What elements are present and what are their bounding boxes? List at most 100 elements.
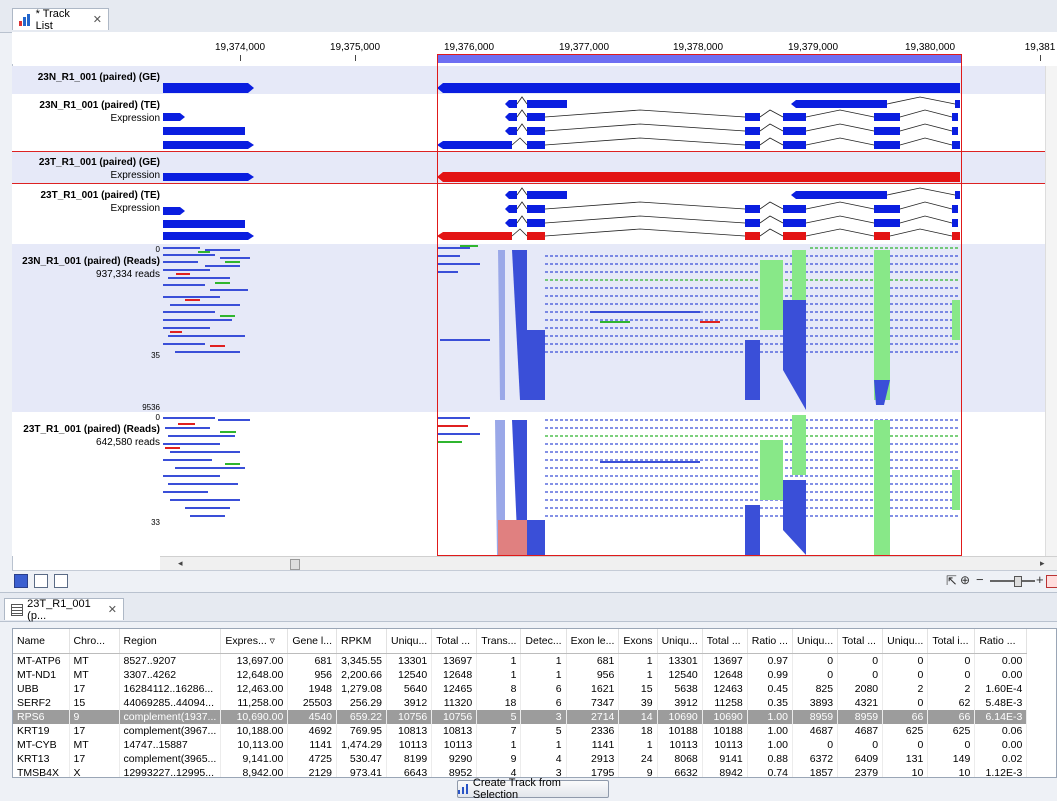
table-cell: 2379 xyxy=(837,766,884,777)
column-header[interactable]: Name xyxy=(13,629,70,654)
table-cell: 2336 xyxy=(566,724,620,738)
table-cell: complement(3965... xyxy=(119,752,222,766)
table-row[interactable]: UBB 17 16284112..16286... 12,463.00 1948 1,27… xyxy=(13,682,1028,696)
column-header[interactable]: Expres... ▿ xyxy=(220,629,289,654)
column-header[interactable]: Ratio ... xyxy=(747,629,793,654)
viewer-toolbar: ⇱ ⊕ − + xyxy=(12,570,1057,591)
column-header[interactable]: Uniqu... xyxy=(657,629,703,654)
table-cell: 1857 xyxy=(792,766,839,777)
table-cell: 530.47 xyxy=(336,752,388,766)
table-cell: 0 xyxy=(882,738,929,752)
table-cell: 10813 xyxy=(386,724,433,738)
table-cell: 0 xyxy=(882,653,929,668)
table-cell: 0 xyxy=(927,668,976,682)
column-header[interactable]: Exons xyxy=(618,629,658,654)
table-cell: MT xyxy=(69,668,120,682)
column-header[interactable]: RPKM xyxy=(336,629,388,654)
edit-view-icon[interactable] xyxy=(54,574,68,588)
table-cell: 18 xyxy=(618,724,658,738)
column-header[interactable]: Uniqu... xyxy=(882,629,929,654)
table-cell: 13301 xyxy=(657,653,703,668)
column-header[interactable]: Total ... xyxy=(702,629,748,654)
column-header[interactable]: Gene l... xyxy=(287,629,338,654)
table-cell: 8942 xyxy=(702,766,748,777)
create-track-button[interactable]: Create Track from Selection xyxy=(457,777,609,801)
selection-header-bar xyxy=(438,55,961,63)
gene-feature xyxy=(163,83,254,93)
table-row[interactable]: MT-CYB MT 14747..15887 10,113.00 1141 1,474.2… xyxy=(13,738,1028,752)
table-cell: 3912 xyxy=(386,696,433,710)
horizontal-scrollbar[interactable]: ◂ ▸ xyxy=(160,556,1057,571)
create-track-label: Create Track from Selection xyxy=(472,777,561,801)
column-header[interactable]: Total ... xyxy=(431,629,478,654)
table-cell: 11320 xyxy=(431,696,478,710)
column-header[interactable]: Uniqu... xyxy=(792,629,839,654)
table-cell: 6 xyxy=(520,696,567,710)
table-cell: complement(3967... xyxy=(119,724,222,738)
table-cell: 10113 xyxy=(386,738,433,752)
table-cell: 10756 xyxy=(431,710,478,724)
table-cell: 681 xyxy=(287,653,338,668)
column-header[interactable]: Trans... xyxy=(476,629,522,654)
table-row[interactable]: RPS6 9 complement(1937... 10,690.00 4540 659.… xyxy=(13,710,1028,724)
zoom-in-icon[interactable]: ⊕ xyxy=(960,573,970,587)
column-header[interactable]: Exon le... xyxy=(566,629,620,654)
table-cell: 1.00 xyxy=(747,738,793,752)
track-view-icon[interactable] xyxy=(14,574,28,588)
scroll-right-icon[interactable]: ▸ xyxy=(1040,558,1045,569)
table-cell: 8527..9207 xyxy=(119,653,222,668)
close-icon[interactable]: ✕ xyxy=(108,603,117,616)
table-cell: 625 xyxy=(927,724,976,738)
table-cell: 0.06 xyxy=(974,724,1028,738)
table-cell: 973.41 xyxy=(336,766,388,777)
table-cell: 1 xyxy=(618,668,658,682)
zoom-slider[interactable] xyxy=(990,580,1035,582)
table-cell: 9141 xyxy=(702,752,748,766)
zoom-plus-icon[interactable]: + xyxy=(1036,572,1044,587)
table-cell: 10,188.00 xyxy=(220,724,289,738)
column-header[interactable]: Detec... xyxy=(520,629,567,654)
table-cell: 1141 xyxy=(287,738,338,752)
table-cell: 1,279.08 xyxy=(336,682,388,696)
column-header[interactable]: Ratio ... xyxy=(974,629,1028,654)
table-row[interactable]: MT-ATP6 MT 8527..9207 13,697.00 681 3,345.55 1… xyxy=(13,653,1028,668)
table-cell: 12648 xyxy=(702,668,748,682)
table-view-icon[interactable] xyxy=(34,574,48,588)
column-header[interactable]: Chro... xyxy=(69,629,120,654)
table-cell: 10 xyxy=(882,766,929,777)
table-cell: 131 xyxy=(882,752,929,766)
zoom-slider-thumb[interactable] xyxy=(1014,576,1022,587)
zoom-to-selection-icon[interactable] xyxy=(1046,575,1057,588)
column-header[interactable]: Total ... xyxy=(837,629,884,654)
scroll-left-icon[interactable]: ◂ xyxy=(178,558,183,569)
table-cell: 9290 xyxy=(431,752,478,766)
track-graphics xyxy=(163,83,960,555)
column-header[interactable]: Total i... xyxy=(927,629,976,654)
table-cell: 0 xyxy=(792,738,839,752)
zoom-out-icon[interactable]: − xyxy=(976,572,984,587)
table-row[interactable]: MT-ND1 MT 3307..4262 12,648.00 956 2,200.66 12… xyxy=(13,668,1028,682)
table-row[interactable]: KRT19 17 complement(3967... 10,188.00 4692 76… xyxy=(13,724,1028,738)
column-header[interactable]: Region xyxy=(119,629,222,654)
column-header[interactable]: Uniqu... xyxy=(386,629,433,654)
table-row[interactable]: SERF2 15 44069285..44094... 11,258.00 25503 2… xyxy=(13,696,1028,710)
table-row[interactable]: KRT13 17 complement(3965... 9,141.00 4725 530… xyxy=(13,752,1028,766)
table-cell: TMSB4X xyxy=(13,766,70,777)
table-cell: 1,474.29 xyxy=(336,738,388,752)
table-header-row: Name Chro... Region Expres... ▿ Gene l... RPK… xyxy=(13,629,1028,654)
vertical-scrollbar[interactable] xyxy=(1045,66,1057,556)
table-cell: 3,345.55 xyxy=(336,653,388,668)
table-cell: 0 xyxy=(837,738,884,752)
tab-table[interactable]: 23T_R1_001 (p... ✕ xyxy=(4,598,124,622)
transcript-feature xyxy=(163,127,245,135)
table-cell: 0.88 xyxy=(747,752,793,766)
table-cell: 1 xyxy=(520,668,567,682)
table-tab-bar: 23T_R1_001 (p... ✕ xyxy=(0,592,1057,622)
table-cell: 12463 xyxy=(702,682,748,696)
pointer-tool-icon[interactable]: ⇱ xyxy=(946,573,957,589)
expression-table[interactable]: Name Chro... Region Expres... ▿ Gene l... RPK… xyxy=(12,628,1057,778)
table-cell: 3912 xyxy=(657,696,703,710)
table-cell: 66 xyxy=(882,710,929,724)
table-cell: 0 xyxy=(927,738,976,752)
scroll-thumb[interactable] xyxy=(290,559,300,570)
